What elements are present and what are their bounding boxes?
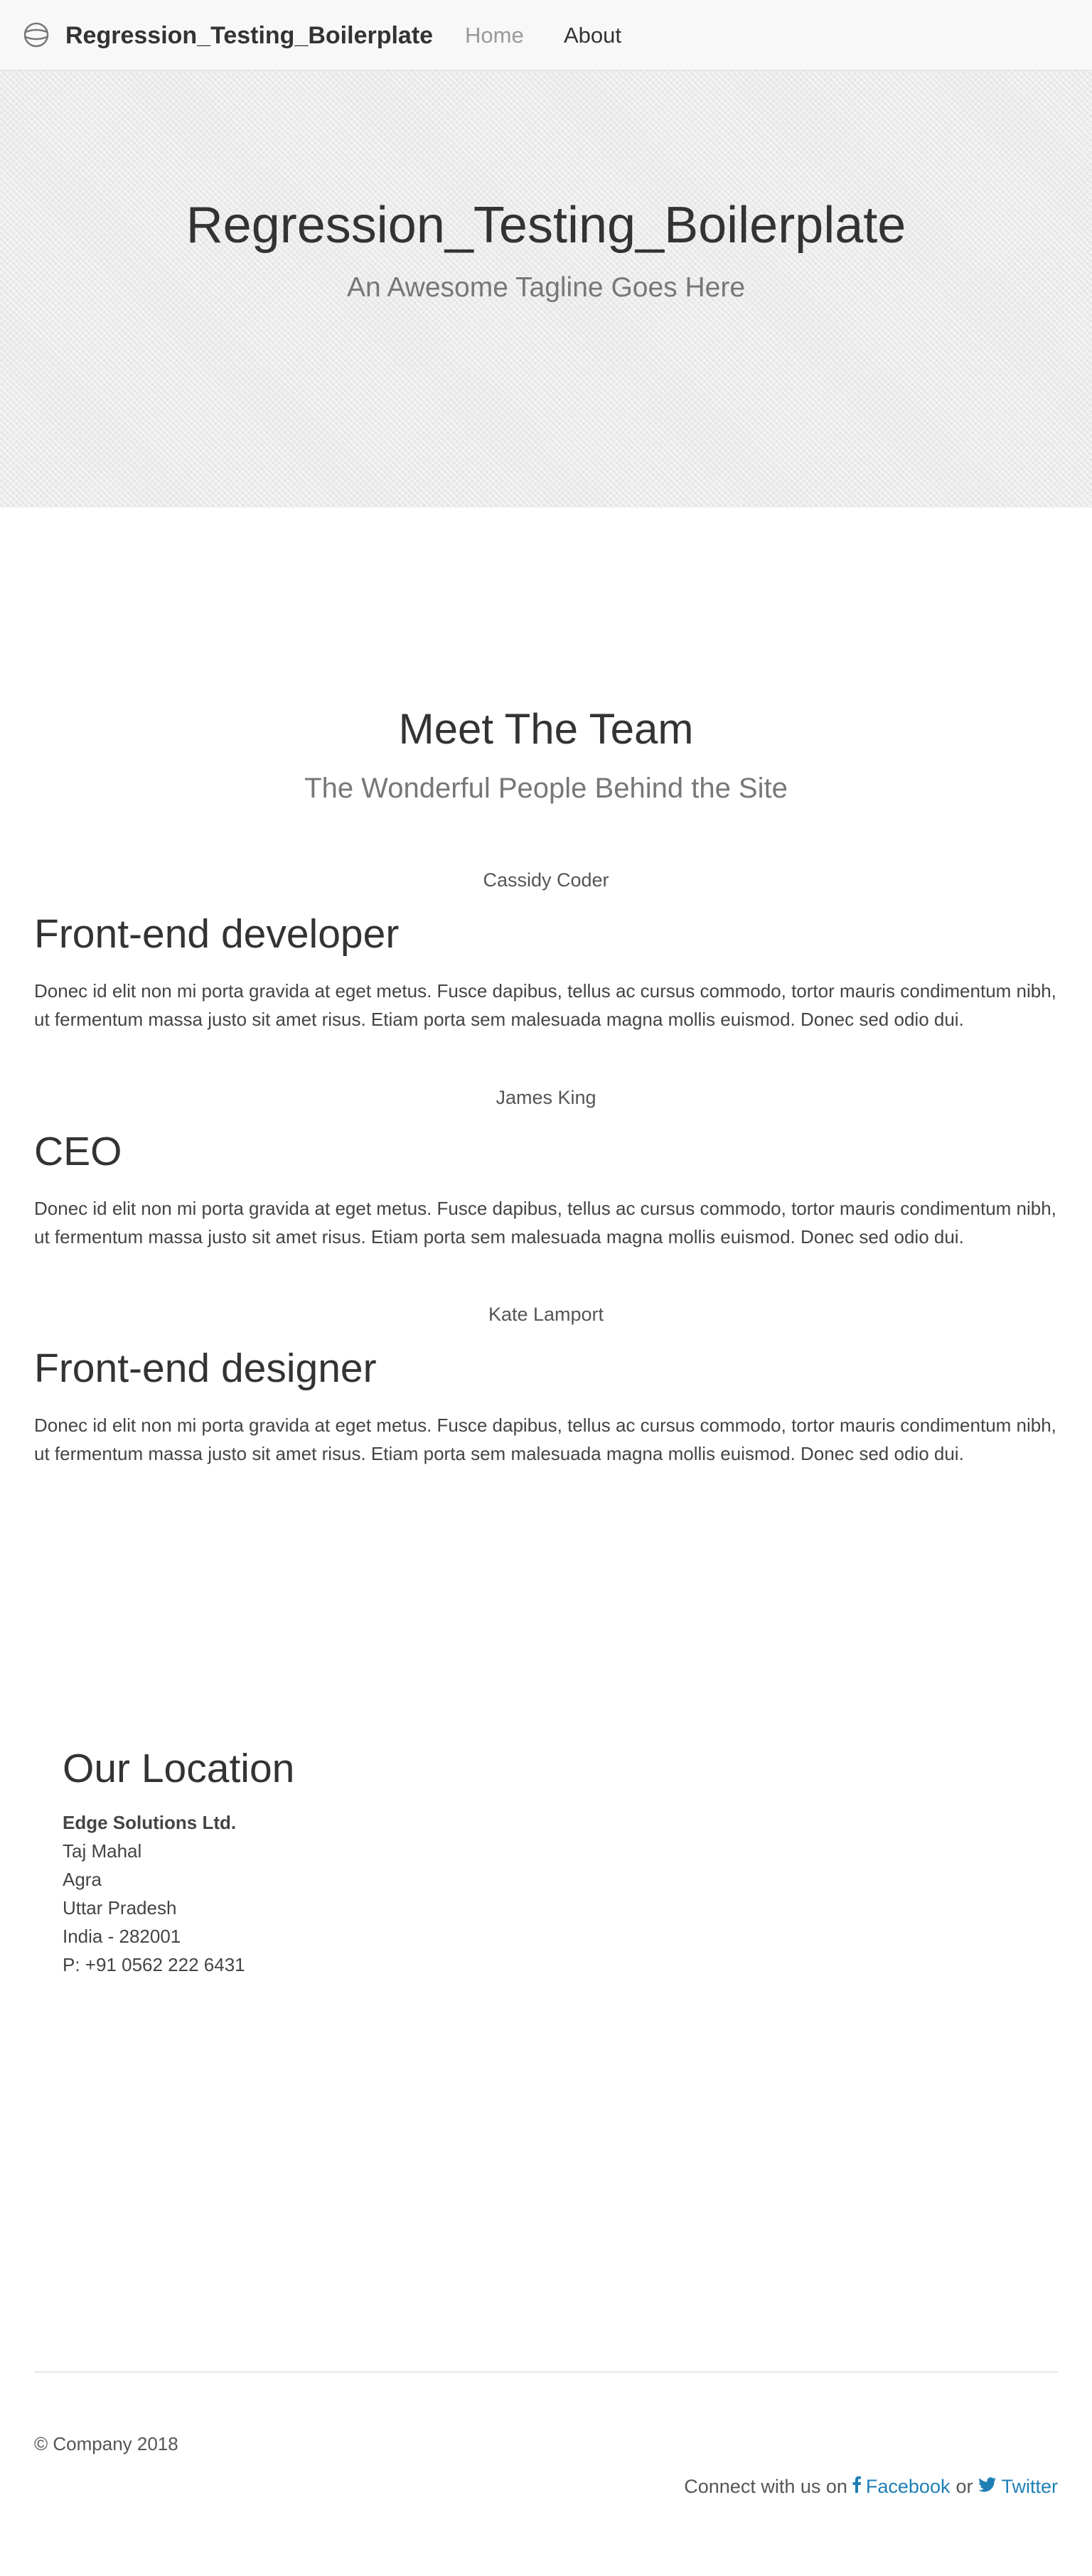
- social-links: Connect with us on Facebook or Twitter: [684, 2472, 1058, 2501]
- phone-number: P: +91 0562 222 6431: [63, 1954, 245, 1975]
- nav-link-about[interactable]: About: [564, 21, 621, 50]
- hero-tagline: An Awesome Tagline Goes Here: [346, 272, 746, 303]
- team-subheading: The Wonderful People Behind the Site: [304, 773, 788, 804]
- location-title: Our Location: [63, 1746, 295, 1791]
- twitter-label: Twitter: [1001, 2476, 1058, 2497]
- address-line: India - 282001: [63, 1926, 181, 1947]
- member-bio: Donec id elit non mi porta gravida at eg…: [34, 980, 1056, 1030]
- member-name: James King: [496, 1087, 596, 1108]
- footer-divider: [34, 2371, 1058, 2373]
- twitter-link[interactable]: Twitter: [978, 2472, 1058, 2501]
- member-role: Front-end designer: [34, 1346, 377, 1391]
- navbar: Regression_Testing_Boilerplate Home Abou…: [0, 0, 1092, 71]
- address-line: Uttar Pradesh: [63, 1897, 177, 1918]
- member-name: Kate Lamport: [488, 1304, 604, 1325]
- twitter-icon: [978, 2472, 997, 2501]
- globe-icon[interactable]: [23, 21, 50, 48]
- hero-title: Regression_Testing_Boilerplate: [186, 197, 906, 254]
- nav-link-home[interactable]: Home: [465, 21, 524, 50]
- connect-or: or: [956, 2476, 973, 2497]
- facebook-icon: [852, 2472, 862, 2501]
- member-bio: Donec id elit non mi porta gravida at eg…: [34, 1198, 1056, 1247]
- brand-link[interactable]: Regression_Testing_Boilerplate: [65, 20, 433, 51]
- connect-prefix: Connect with us on: [684, 2476, 847, 2497]
- member-role: CEO: [34, 1129, 122, 1174]
- facebook-label: Facebook: [865, 2476, 951, 2497]
- hero-banner: Regression_Testing_Boilerplate An Awesom…: [0, 71, 1092, 508]
- copyright: © Company 2018: [34, 2433, 178, 2454]
- member-name: Cassidy Coder: [483, 869, 609, 891]
- address-line: Taj Mahal: [63, 1840, 142, 1862]
- member-bio: Donec id elit non mi porta gravida at eg…: [34, 1415, 1056, 1464]
- team-heading: Meet The Team: [398, 705, 694, 753]
- company-name: Edge Solutions Ltd.: [63, 1812, 237, 1833]
- facebook-link[interactable]: Facebook: [847, 2472, 951, 2501]
- member-role: Front-end developer: [34, 911, 400, 957]
- address-line: Agra: [63, 1869, 102, 1890]
